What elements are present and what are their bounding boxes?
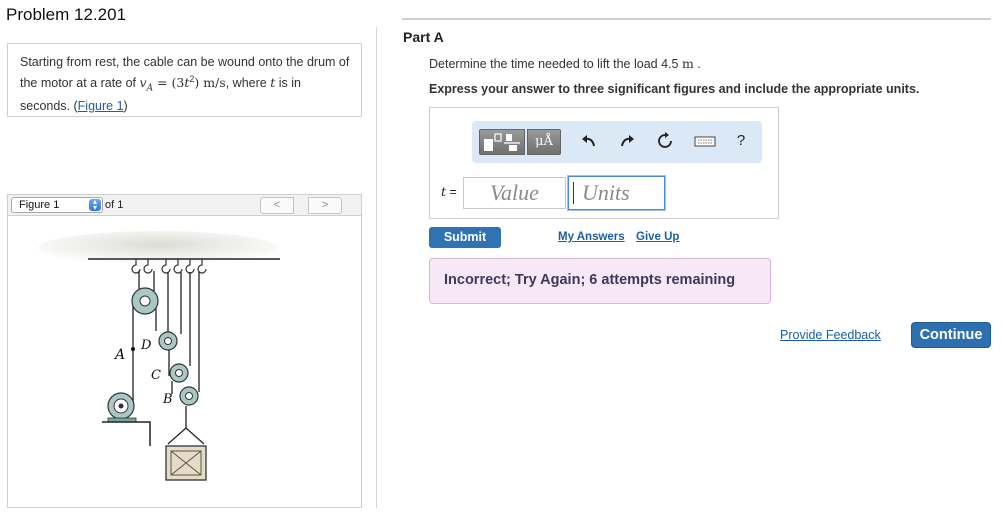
question-unit: m xyxy=(681,56,694,71)
units-button[interactable]: μÅ xyxy=(527,129,561,155)
units-input[interactable]: Units xyxy=(568,176,665,210)
redo-icon[interactable] xyxy=(617,131,637,151)
pulley-diagram: A D C B xyxy=(38,231,280,481)
problem-text-2: , where xyxy=(225,76,271,91)
ledge xyxy=(102,421,151,446)
provide-feedback-link[interactable]: Provide Feedback xyxy=(780,328,881,342)
label-d: D xyxy=(140,338,152,353)
next-figure-button[interactable]: > xyxy=(308,197,342,214)
equation-toolbar: μÅ ? xyxy=(472,121,762,163)
part-divider xyxy=(402,18,991,20)
math-equals: = (3 xyxy=(153,75,185,91)
keyboard-icon[interactable] xyxy=(693,131,717,151)
figure-select-value: Figure 1 xyxy=(19,199,60,211)
submit-button[interactable]: Submit xyxy=(429,227,501,248)
load-crate xyxy=(165,427,207,481)
motor-drum xyxy=(107,392,137,423)
math-velocity: v xyxy=(139,75,147,91)
my-answers-link[interactable]: My Answers xyxy=(558,231,625,243)
pulley-b xyxy=(179,386,199,406)
value-input[interactable]: Value xyxy=(463,177,566,209)
equals-sign: = xyxy=(446,185,457,199)
math-close: ) m/s xyxy=(194,75,226,91)
label-a: A xyxy=(113,347,125,363)
label-c: C xyxy=(151,368,161,383)
question-text-1: Determine the time needed to lift the lo… xyxy=(429,57,682,71)
text-caret xyxy=(573,182,574,205)
answer-variable-label: t = xyxy=(441,184,457,199)
templates-button[interactable] xyxy=(479,129,525,155)
reset-icon[interactable] xyxy=(655,131,675,151)
question-text-2: . xyxy=(693,57,701,71)
figure-select[interactable]: Figure 1 ▴ ▾ xyxy=(11,197,103,213)
problem-text-4: ) xyxy=(123,98,128,113)
units-placeholder: Units xyxy=(582,180,630,205)
pulley-top xyxy=(131,287,159,315)
continue-button[interactable]: Continue xyxy=(911,322,991,348)
figure-count: of 1 xyxy=(105,199,124,211)
pulley-d xyxy=(158,331,178,351)
problem-statement: Starting from rest, the cable can be wou… xyxy=(7,43,362,117)
problem-title: Problem 12.201 xyxy=(6,5,127,24)
ceiling-shading xyxy=(38,231,278,265)
label-b: B xyxy=(162,392,173,407)
pulley-c xyxy=(169,363,189,383)
feedback-message: Incorrect; Try Again; 6 attempts remaini… xyxy=(429,258,771,304)
give-up-link[interactable]: Give Up xyxy=(636,231,679,243)
point-a-dot xyxy=(131,347,135,351)
figure-panel: A D C B xyxy=(7,215,362,508)
undo-icon[interactable] xyxy=(579,131,599,151)
figure-link[interactable]: Figure 1 xyxy=(78,99,124,113)
part-title: Part A xyxy=(403,29,444,45)
answer-instruction: Express your answer to three significant… xyxy=(429,82,920,96)
templates-icon xyxy=(484,133,520,151)
help-icon[interactable]: ? xyxy=(731,131,751,151)
previous-figure-button[interactable]: < xyxy=(260,197,294,214)
question-text: Determine the time needed to lift the lo… xyxy=(429,56,701,71)
select-stepper-icon: ▴ ▾ xyxy=(89,198,101,212)
